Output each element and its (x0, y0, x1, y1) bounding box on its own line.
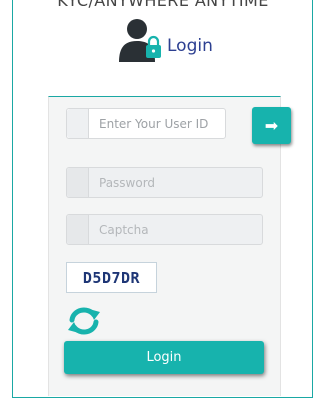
login-heading-text: Login (167, 36, 213, 56)
login-button[interactable]: Login (64, 341, 264, 374)
captcha-input[interactable] (89, 215, 262, 244)
arrow-right-icon: ➡ (264, 117, 279, 135)
user-lock-icon (119, 19, 161, 62)
password-field[interactable] (66, 167, 263, 198)
captcha-field[interactable] (66, 214, 263, 245)
user-id-addon (67, 109, 89, 138)
user-id-input[interactable] (89, 109, 225, 138)
captcha-code: D5D7DR (66, 262, 157, 293)
password-input[interactable] (89, 168, 262, 197)
refresh-icon[interactable] (67, 307, 101, 335)
password-addon (67, 168, 89, 197)
banner-text: KYC/ANYWHERE ANYTIME (57, 0, 269, 10)
login-heading: Login (118, 16, 213, 62)
submit-user-id-button[interactable]: ➡ (252, 107, 291, 144)
captcha-addon (67, 215, 89, 244)
user-id-field[interactable] (66, 108, 226, 139)
